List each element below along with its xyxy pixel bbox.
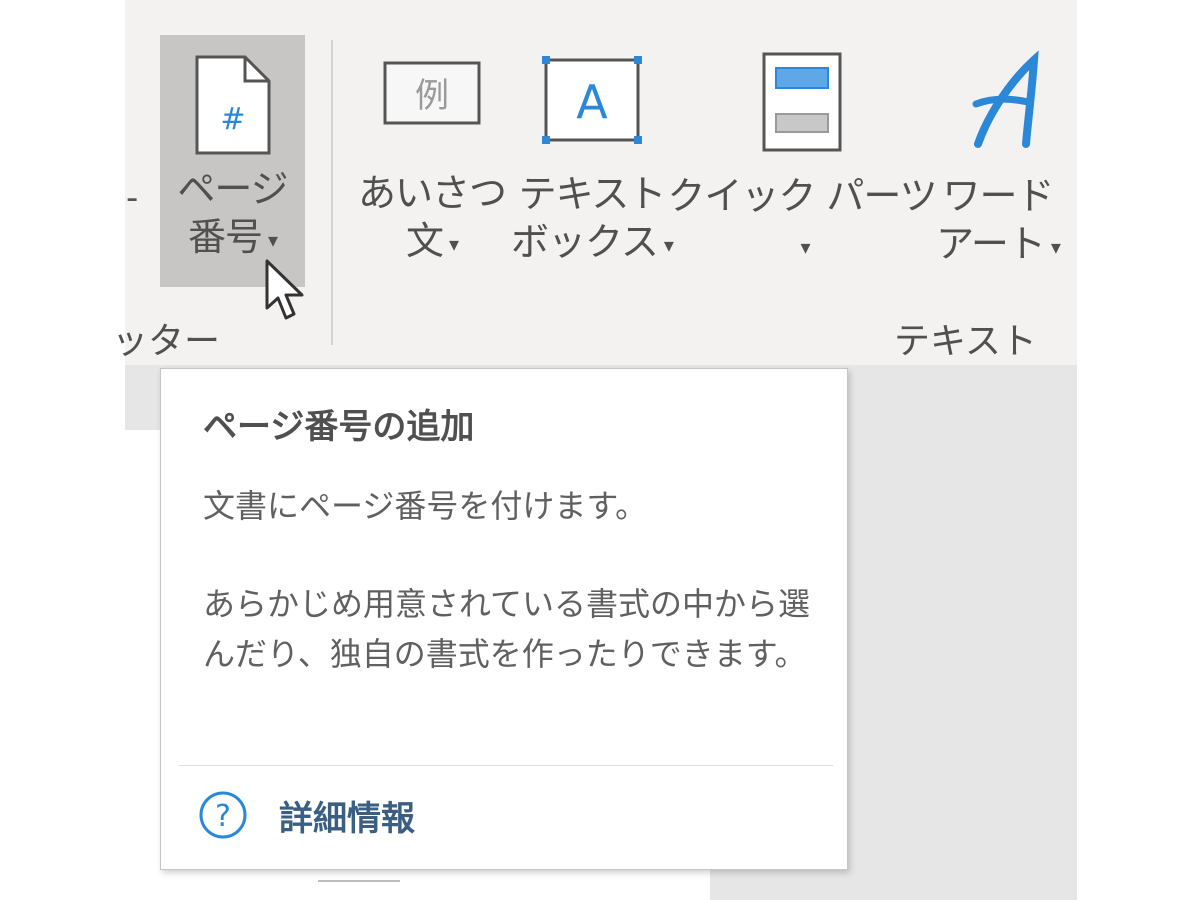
quick-parts-icon: [762, 52, 842, 152]
quick-parts-label: クイック パーツ: [667, 174, 937, 218]
header-footer-group-label: ッター: [112, 321, 221, 362]
tooltip-detail: あらかじめ用意されている書式の中から選んだり、独自の書式を作ったりできます。: [203, 585, 811, 673]
svg-text:#: #: [220, 102, 245, 137]
page-number-tooltip: ページ番号の追加 文書にページ番号を付けます。 あらかじめ用意されている書式の中…: [160, 368, 848, 870]
quick-parts-button[interactable]: クイック パーツ ▾: [667, 50, 938, 271]
greeting-label-line2: 文 ▾: [405, 219, 459, 263]
more-info-link[interactable]: ? 詳細情報: [197, 789, 415, 841]
help-icon: ?: [199, 791, 247, 839]
quick-parts-caret-row: ▾: [794, 220, 810, 271]
word-art-label-line2: アート ▾: [936, 222, 1061, 266]
document-line: [318, 880, 400, 882]
chevron-down-icon: ▾: [1050, 234, 1061, 259]
text-box-label-line2: ボックス ▾: [511, 220, 674, 264]
group-separator: [331, 40, 333, 345]
tooltip-description: 文書にページ番号を付けます。: [203, 487, 648, 525]
chevron-down-icon: ▾: [800, 234, 810, 259]
greeting-icon: 例: [383, 61, 481, 125]
text-group-label: テキスト: [894, 321, 1037, 362]
chevron-down-icon: ▾: [448, 231, 459, 256]
page-number-label-line1: ページ: [177, 167, 288, 211]
chevron-down-icon: ▾: [267, 227, 278, 252]
text-box-button[interactable]: A テキスト ボックス ▾: [511, 50, 674, 269]
svg-text:?: ?: [215, 799, 231, 834]
page-number-icon: #: [195, 55, 270, 155]
truncated-button-label: -: [126, 178, 139, 218]
text-box-icon: A: [542, 56, 642, 144]
mouse-cursor-icon: [265, 259, 304, 320]
page-number-button[interactable]: # ページ 番号 ▾: [160, 35, 305, 287]
page-number-label-line2: 番号 ▾: [187, 215, 278, 259]
svg-text:例: 例: [415, 76, 449, 116]
word-art-button[interactable]: ワード アート ▾: [928, 50, 1068, 271]
word-art-icon: [972, 50, 1039, 148]
chevron-down-icon: ▾: [663, 232, 674, 257]
greeting-label-line1: あいさつ: [358, 171, 507, 215]
tooltip-divider: [179, 765, 833, 766]
tooltip-title: ページ番号の追加: [203, 407, 475, 447]
more-info-label: 詳細情報: [279, 798, 415, 839]
greeting-text-button[interactable]: 例 あいさつ 文 ▾: [358, 55, 507, 268]
right-margin: [1077, 0, 1197, 900]
svg-text:A: A: [576, 75, 608, 129]
text-box-label-line1: テキスト: [518, 172, 667, 216]
word-art-label-line1: ワード: [942, 174, 1054, 218]
